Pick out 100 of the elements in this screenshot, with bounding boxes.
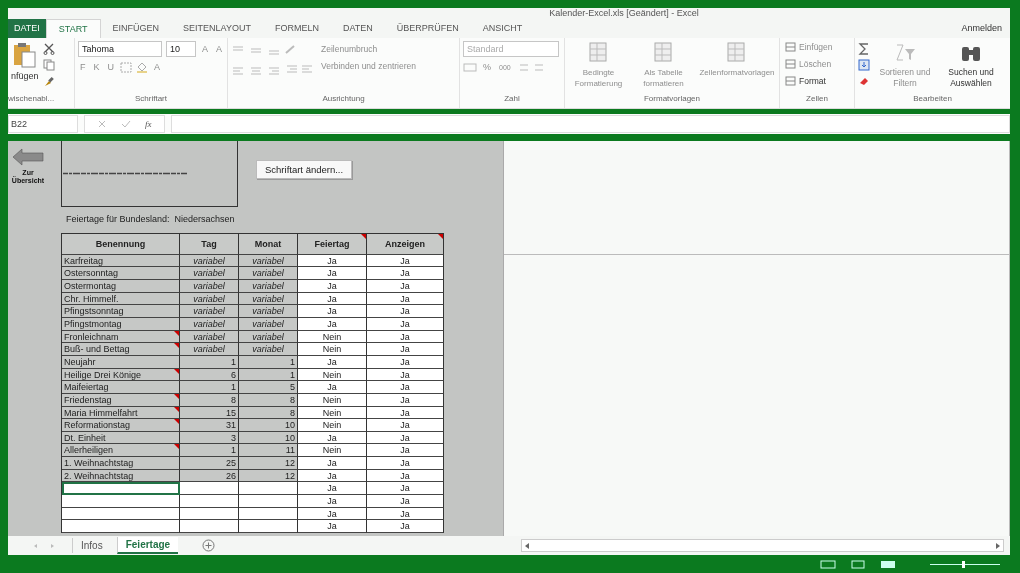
table-cell: Ja [367, 457, 444, 470]
table-cell: Pfingstmontag [62, 318, 180, 331]
table-cell: variabel [239, 318, 298, 331]
table-cell: Ja [298, 457, 367, 470]
paste-button[interactable]: nfügen [11, 40, 39, 82]
ribbon-tab[interactable]: DATEN [330, 19, 385, 38]
sum-icon [858, 42, 870, 55]
indent-icon [285, 63, 315, 75]
table-cell: Ja [298, 482, 367, 495]
align-top-icon [231, 44, 281, 56]
table-cell: variabel [180, 343, 239, 356]
table-cell: Nein [298, 343, 367, 356]
table-cell: Maifeiertag [62, 381, 180, 394]
clipboard-icon [11, 40, 38, 69]
cells-button[interactable]: Format [783, 74, 828, 87]
ribbon-tab[interactable]: EINFÜGEN [100, 19, 172, 38]
table-cell: Ja [367, 267, 444, 281]
horizontal-scrollbar[interactable] [521, 539, 1004, 553]
sheet-tab[interactable]: Infos [72, 538, 111, 554]
table-cell: Buß- und Bettag [62, 343, 180, 356]
formula-input[interactable] [170, 114, 1010, 133]
font-size-button[interactable]: A [214, 43, 225, 54]
table-cell: Ja [367, 343, 444, 356]
column-header: Monat [239, 233, 298, 255]
group-label: Zahl [503, 93, 521, 105]
normal-view-icon[interactable] [820, 559, 836, 569]
table-cell [239, 520, 298, 533]
sign-in-link[interactable]: Anmelden [961, 23, 1010, 34]
add-sheet-icon[interactable] [202, 539, 216, 553]
editing-button[interactable]: Suchen und Auswählen [940, 40, 1002, 89]
table-cell: Ja [367, 280, 444, 293]
table-cell: variabel [180, 280, 239, 293]
table-cell: Ja [298, 381, 367, 394]
column-header: Anzeigen [367, 233, 444, 255]
table-cell: Ja [367, 381, 444, 394]
font-color-button[interactable]: A [152, 62, 163, 73]
table-cell: Allerheiligen [62, 444, 180, 458]
table-cell: Ja [298, 267, 367, 281]
table-cell: Ostersonntag [62, 267, 180, 281]
ribbon-tab[interactable]: ÜBERPRÜFEN [384, 19, 471, 38]
fill-bucket-icon [136, 61, 148, 73]
ribbon-tab[interactable]: SEITENLAYOUT [171, 19, 263, 38]
group-label: wischenabl... [8, 93, 56, 105]
align-left-icon [231, 65, 281, 77]
insert-function-button[interactable]: fx [145, 118, 152, 129]
back-arrow-icon [12, 146, 44, 167]
brush-icon [42, 74, 55, 87]
cells-icon [785, 58, 796, 69]
table-cell: Ja [298, 280, 367, 293]
ribbon-tab[interactable]: FORMELN [262, 19, 331, 38]
group-label: Formatvorlagen [643, 93, 701, 105]
table-cell: Pfingstsonntag [62, 305, 180, 318]
ribbon-tab[interactable]: DATEI [8, 19, 46, 38]
font-name-field[interactable]: Tahoma [78, 40, 162, 57]
page-break-icon[interactable] [880, 559, 896, 569]
group-label: Ausrichtung [321, 93, 366, 105]
font-size-field[interactable]: 10 [166, 40, 196, 57]
table-cell: Ja [298, 318, 367, 331]
table-cell: Nein [298, 419, 367, 432]
table-style-icon [587, 40, 610, 65]
group-label: Schriftart [134, 93, 168, 105]
table-cell: 11 [239, 444, 298, 458]
ribbon-tab[interactable]: START [45, 19, 101, 38]
table-cell: 1. Weihnachtstag [62, 457, 180, 470]
table-cell: 1 [180, 381, 239, 394]
table-cell: Ja [367, 444, 444, 458]
font-style-button[interactable]: K [91, 62, 102, 73]
scissors-icon [42, 42, 55, 55]
table-cell [239, 482, 298, 495]
table-cell: Nein [298, 444, 367, 458]
table-cell: variabel [239, 267, 298, 281]
page-layout-icon[interactable] [850, 559, 866, 569]
table-cell: variabel [239, 343, 298, 356]
table-cell: Ja [298, 305, 367, 318]
font-size-button[interactable]: A [200, 43, 210, 54]
window-title: Kalender-Excel.xls [Geändert] - Excel [549, 8, 699, 19]
change-font-button[interactable]: Schriftart ändern... [256, 159, 353, 179]
orientation-icon [285, 44, 295, 54]
fill-down-icon [858, 58, 870, 71]
cancel-icon [97, 118, 107, 129]
table-cell: variabel [239, 305, 298, 318]
sheet-tab[interactable]: Feiertage [116, 537, 179, 555]
table-cell: Ja [367, 419, 444, 432]
column-header: Tag [180, 233, 239, 255]
cells-icon [785, 41, 796, 52]
font-style-button[interactable]: U [105, 62, 116, 73]
currency-icon [463, 61, 477, 73]
table-cell: Reformationstag [62, 419, 180, 432]
table-cell: 25 [180, 457, 239, 470]
group-label: Zellen [805, 93, 829, 105]
cells-icon [785, 75, 796, 86]
name-box[interactable]: B22 [8, 114, 78, 133]
font-style-button[interactable]: F [78, 62, 88, 73]
table-cell: Ja [367, 482, 444, 495]
table-cell [180, 482, 239, 495]
percent-button[interactable]: % [481, 62, 493, 73]
table-cell: 1 [180, 444, 239, 458]
table-cell: 5 [239, 381, 298, 394]
ribbon-tab[interactable]: ANSICHT [470, 19, 535, 38]
border-icon [120, 61, 132, 73]
